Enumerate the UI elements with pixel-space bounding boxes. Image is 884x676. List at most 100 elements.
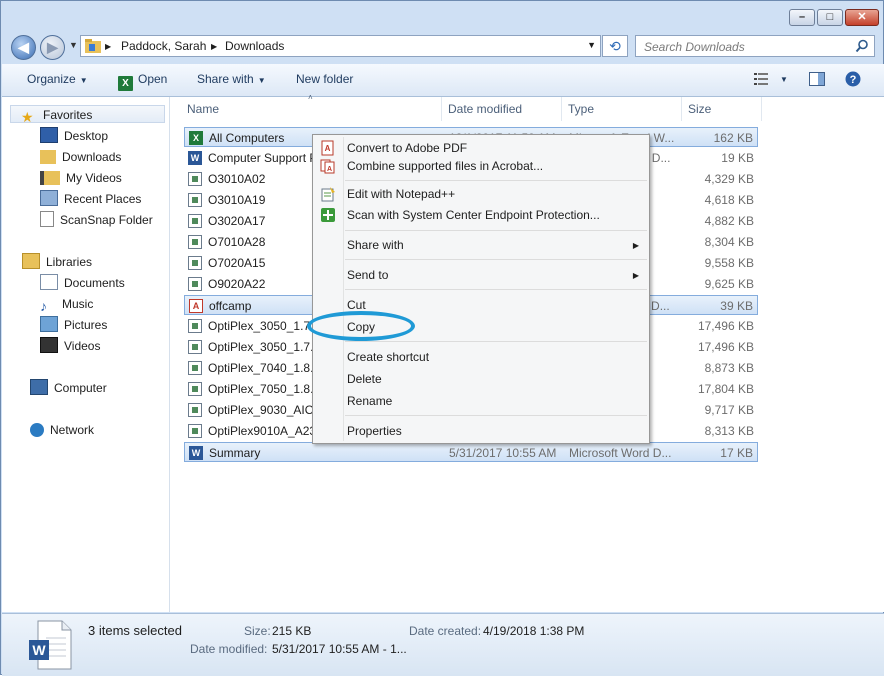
view-dropdown-icon[interactable]: ▼ [780, 75, 788, 84]
menu-separator [345, 415, 647, 416]
network-icon [30, 423, 44, 437]
maximize-button[interactable]: □ [817, 9, 843, 26]
column-name[interactable]: Name [187, 102, 219, 116]
exe-icon [188, 361, 202, 375]
navigation-pane: ★ Favorites Desktop Downloads My Videos R… [2, 97, 170, 612]
organize-button[interactable]: Organize ▼ [27, 72, 88, 86]
nav-libraries[interactable]: Libraries [22, 253, 92, 271]
breadcrumb-downloads[interactable]: Downloads [225, 39, 284, 53]
column-divider[interactable] [761, 97, 762, 121]
chevron-down-icon: ▼ [79, 76, 88, 85]
column-divider[interactable] [441, 97, 442, 121]
search-box[interactable] [635, 35, 875, 57]
new-folder-button[interactable]: New folder [296, 72, 353, 86]
share-with-button[interactable]: Share with ▼ [197, 72, 266, 86]
nav-documents[interactable]: Documents [40, 274, 125, 292]
endpoint-protection-icon [321, 208, 335, 222]
file-size: 19 KB [721, 151, 754, 165]
refresh-button[interactable]: ⟲ [602, 35, 628, 57]
submenu-arrow-icon: ▶ [632, 241, 639, 250]
column-divider[interactable] [681, 97, 682, 121]
command-bar: Organize ▼ X Open Share with ▼ New folder ▼… [2, 64, 884, 97]
svg-text:A: A [327, 166, 332, 173]
breadcrumb-user[interactable]: Paddock, Sarah [121, 39, 206, 53]
file-name: offcamp [209, 299, 252, 313]
pictures-icon [40, 316, 58, 332]
menu-send-to[interactable]: Send to [347, 265, 388, 285]
nav-scansnap-label: ScanSnap Folder [60, 213, 153, 227]
recent-pages-dropdown-icon[interactable]: ▼ [69, 40, 78, 50]
nav-downloads[interactable]: Downloads [40, 148, 121, 166]
nav-computer[interactable]: Computer [30, 379, 107, 397]
search-icon[interactable] [855, 39, 869, 53]
breadcrumb-separator-icon: ▶ [211, 42, 218, 51]
file-size: 9,717 KB [704, 403, 754, 417]
column-divider[interactable] [561, 97, 562, 121]
desktop-icon [40, 127, 58, 143]
close-button[interactable]: ✕ [845, 9, 879, 26]
nav-pictures[interactable]: Pictures [40, 316, 107, 334]
column-date-modified[interactable]: Date modified [448, 102, 522, 116]
minimize-button[interactable]: – [789, 9, 815, 26]
nav-desktop[interactable]: Desktop [40, 127, 108, 145]
copy-highlight-ring [307, 311, 415, 341]
menu-send-to-label: Send to [347, 268, 389, 282]
address-dropdown-icon[interactable]: ▼ [587, 40, 596, 50]
menu-delete[interactable]: Delete [347, 369, 382, 389]
nav-scansnap-folder[interactable]: ScanSnap Folder [40, 211, 153, 229]
help-icon[interactable]: ? [845, 71, 861, 87]
videos-folder-icon [40, 171, 60, 185]
file-row[interactable]: W Summary 5/31/2017 10:55 AM Microsoft Word… [184, 442, 758, 462]
address-bar[interactable]: ▶ Paddock, Sarah ▶ Downloads ▼ [80, 35, 601, 57]
file-size: 4,329 KB [704, 172, 754, 186]
menu-convert-pdf[interactable]: Convert to Adobe PDF [347, 138, 467, 158]
file-size: 17 KB [720, 446, 753, 460]
nav-recent-places[interactable]: Recent Places [40, 190, 141, 208]
file-name: O9020A22 [208, 277, 266, 291]
file-size: 8,313 KB [704, 424, 754, 438]
file-name: OptiPlex_9030_AIO_ [208, 403, 321, 417]
forward-button[interactable]: ▶ [40, 35, 65, 60]
column-size[interactable]: Size [688, 102, 711, 116]
nav-network[interactable]: Network [30, 421, 94, 439]
exe-icon [188, 382, 202, 396]
search-input[interactable] [642, 39, 846, 55]
file-size: 17,804 KB [697, 382, 754, 396]
nav-videos[interactable]: Videos [40, 337, 100, 355]
view-options-icon[interactable] [754, 72, 770, 86]
menu-rename[interactable]: Rename [347, 391, 392, 411]
menu-share-with[interactable]: Share with [347, 235, 404, 255]
open-label: Open [138, 72, 168, 86]
file-size: 9,625 KB [704, 277, 754, 291]
back-button[interactable]: ◀ [11, 35, 36, 60]
downloads-folder-icon [40, 150, 56, 164]
preview-pane-icon[interactable] [809, 72, 825, 86]
libraries-icon [22, 253, 40, 269]
file-size: 8,304 KB [704, 235, 754, 249]
word-icon: W [189, 446, 203, 460]
new-folder-label: New folder [296, 72, 354, 86]
excel-icon: X [118, 76, 133, 91]
menu-combine-acrobat[interactable]: Combine supported files in Acrobat... [347, 156, 543, 176]
excel-icon: X [189, 131, 203, 145]
pdf-convert-icon: A [321, 140, 334, 156]
breadcrumb-separator-icon: ▶ [105, 42, 112, 51]
nav-music[interactable]: ♪ Music [40, 295, 93, 314]
nav-favorites[interactable]: ★ Favorites [10, 105, 165, 125]
size-label: Size: [244, 624, 271, 638]
documents-icon [40, 274, 58, 290]
menu-edit-notepad[interactable]: Edit with Notepad++ [347, 184, 455, 204]
file-size: 39 KB [720, 299, 753, 313]
menu-properties[interactable]: Properties [347, 421, 402, 441]
nav-favorites-label: Favorites [43, 108, 93, 122]
column-type[interactable]: Type [568, 102, 594, 116]
file-name: OptiPlex_7050_1.8.2 [208, 382, 321, 396]
menu-scan-scep[interactable]: Scan with System Center Endpoint Protect… [347, 205, 600, 225]
exe-icon [188, 256, 202, 270]
column-headers: Name ˄ Date modified Type Size [182, 93, 762, 121]
nav-my-videos[interactable]: My Videos [40, 169, 122, 187]
open-button[interactable]: X Open [118, 72, 167, 91]
menu-create-shortcut[interactable]: Create shortcut [347, 347, 429, 367]
nav-documents-label: Documents [64, 276, 125, 290]
file-name: O3010A19 [208, 193, 266, 207]
